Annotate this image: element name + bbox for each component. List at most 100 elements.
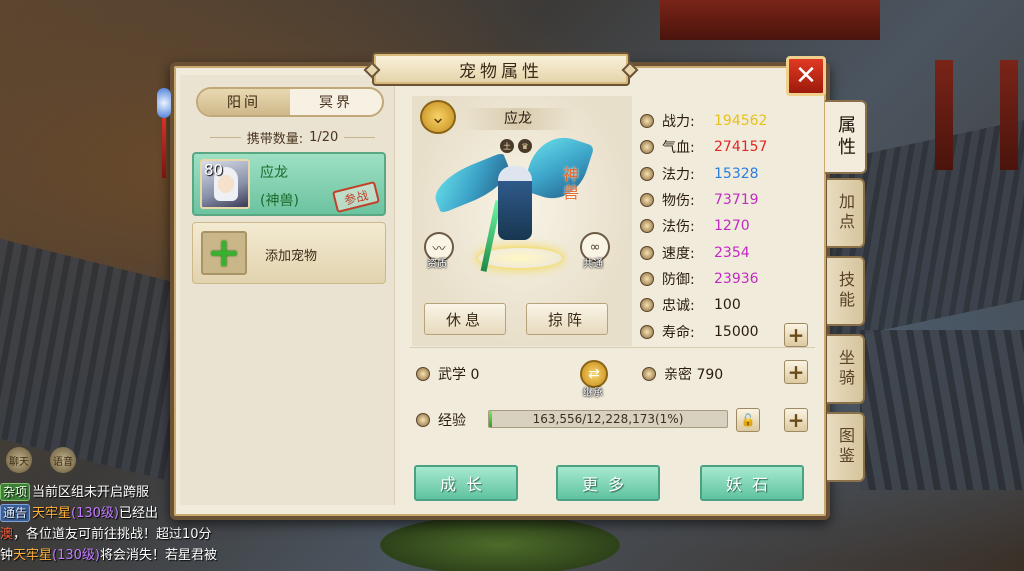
- stat-value: 100: [714, 297, 741, 314]
- tab-underworld[interactable]: 冥界: [290, 89, 382, 115]
- divider-line: [344, 136, 375, 138]
- section-divider: [410, 347, 815, 348]
- red-pillar: [1000, 60, 1018, 170]
- chat-toolbar: 聊天 语音: [0, 440, 170, 480]
- lifespan-add-button[interactable]: +: [784, 323, 808, 347]
- stat-icon: [640, 219, 654, 234]
- carry-count: 携带数量: 1/20: [210, 128, 375, 147]
- exp-progress-bar: 163,556/12,228,173(1%): [488, 410, 728, 428]
- chat-text: (130级): [52, 548, 100, 563]
- grow-button[interactable]: 成长: [414, 465, 518, 501]
- tab-yang-realm[interactable]: 阳间: [198, 89, 290, 115]
- intimacy-icon: [642, 367, 656, 381]
- exp-icon: [416, 413, 430, 427]
- chat-channel-tag[interactable]: 杂项: [0, 483, 31, 501]
- demon-stone-button[interactable]: 妖石: [700, 465, 804, 501]
- stat-row: 物伤: 73719: [640, 187, 815, 213]
- divider-line: [210, 136, 241, 138]
- close-button[interactable]: ✕: [786, 56, 826, 96]
- chat-text: 钟: [0, 548, 14, 563]
- pet-model[interactable]: [498, 166, 532, 240]
- stat-value: 73719: [714, 192, 759, 209]
- inherit-caption: 继承: [583, 388, 603, 399]
- microphone-icon[interactable]: 语音: [50, 447, 76, 473]
- chevron-down-icon[interactable]: ⌄: [420, 100, 456, 134]
- earth-element-icon: 土: [500, 139, 514, 153]
- plus-icon: +: [201, 231, 247, 275]
- stat-label: 物伤:: [662, 193, 695, 210]
- chat-text: 将会消失！若星君被: [100, 548, 218, 563]
- intimacy-value: 790: [696, 367, 724, 383]
- stat-label: 法伤:: [662, 219, 695, 236]
- tab-attributes[interactable]: 属性: [825, 100, 867, 174]
- element-icons: 土 ♛: [500, 139, 532, 153]
- chat-text: 澳: [0, 527, 14, 542]
- add-pet-button[interactable]: + 添加宠物: [192, 222, 386, 284]
- pet-name: 应龙: [260, 165, 288, 181]
- stat-row: 战力: 194562: [640, 108, 815, 134]
- tab-skills[interactable]: 技能: [827, 256, 865, 326]
- stat-label: 忠诚:: [662, 298, 695, 315]
- stat-row: 忠诚: 100: [640, 292, 815, 318]
- martial-row: 武学 0: [438, 364, 479, 384]
- panel-title: 宠物属性: [363, 52, 639, 86]
- tree-canopy: [380, 515, 620, 571]
- chat-line: 钟天牢星(130级)将会消失！若星君被: [0, 545, 262, 566]
- portrait-pet-name: 应龙: [462, 108, 574, 130]
- stat-icon: [640, 271, 654, 286]
- chat-text: 天牢星: [13, 548, 53, 563]
- aptitude-caption: 资质: [427, 259, 447, 270]
- in-battle-stamp: 参战: [331, 181, 381, 213]
- realm-tabs: 阳间 冥界: [196, 87, 384, 117]
- common-caption: 共通: [583, 259, 603, 270]
- roof-tiles: [860, 330, 1024, 490]
- stat-value: 1270: [714, 218, 750, 235]
- red-pillar: [935, 60, 953, 170]
- more-button[interactable]: 更多: [556, 465, 660, 501]
- tab-codex[interactable]: 图鉴: [827, 412, 865, 482]
- stat-label: 战力:: [662, 114, 695, 131]
- tab-mount[interactable]: 坐骑: [827, 334, 865, 404]
- tab-add-points[interactable]: 加点: [827, 178, 865, 248]
- crown-icon: ♛: [518, 139, 532, 153]
- exp-label: 经验: [438, 413, 466, 429]
- stat-label: 速度:: [662, 245, 695, 262]
- stat-value: 15328: [714, 165, 759, 182]
- formation-button[interactable]: 掠阵: [526, 303, 608, 335]
- rest-button[interactable]: 休息: [424, 303, 506, 335]
- stat-icon: [640, 298, 654, 313]
- jade-tassel-ornament: [157, 68, 171, 178]
- chat-line: 澳，各位道友可前往挑战！超过10分: [0, 524, 262, 545]
- carry-count-value: 1/20: [309, 129, 339, 145]
- wooden-beam: [660, 0, 880, 40]
- intimacy-label: 亲密: [664, 367, 692, 383]
- stat-label: 防御:: [662, 271, 695, 288]
- stat-icon: [640, 193, 654, 208]
- stat-value: 15000: [714, 323, 759, 340]
- pet-list-item[interactable]: 80 应龙 (神兽) 参战: [192, 152, 386, 216]
- intimacy-row: 亲密 790: [664, 364, 723, 384]
- unlock-icon[interactable]: 🔓: [736, 408, 760, 432]
- stat-row: 防御: 23936: [640, 266, 815, 292]
- pet-avatar: 80: [200, 159, 250, 209]
- stat-value: 194562: [714, 113, 768, 130]
- carry-count-label: 携带数量:: [246, 131, 304, 147]
- chat-channel-tag[interactable]: 通告: [0, 504, 31, 522]
- pet-type: (神兽): [260, 193, 299, 209]
- stat-icon: [640, 140, 654, 155]
- stat-label: 法力:: [662, 166, 695, 183]
- chat-text: ，各位道友可前往挑战！超过10分: [13, 527, 212, 542]
- stat-label: 气血:: [662, 140, 695, 157]
- chat-bubble-icon[interactable]: 聊天: [6, 447, 32, 473]
- stat-icon: [640, 114, 654, 129]
- chat-text: 天牢星: [32, 506, 72, 521]
- stat-row: 气血: 274157: [640, 134, 815, 160]
- panel-title-text: 宠物属性: [459, 61, 543, 82]
- martial-label: 武学: [438, 367, 466, 383]
- exp-add-button[interactable]: +: [784, 408, 808, 432]
- intimacy-add-button[interactable]: +: [784, 360, 808, 384]
- stat-value: 23936: [714, 270, 759, 287]
- chat-text: 已经出: [119, 506, 159, 521]
- stats-list: 战力: 194562 气血: 274157 法力: 15328 物伤: 73719 法伤: 127…: [640, 108, 815, 345]
- divine-beast-label: 神兽: [563, 165, 580, 202]
